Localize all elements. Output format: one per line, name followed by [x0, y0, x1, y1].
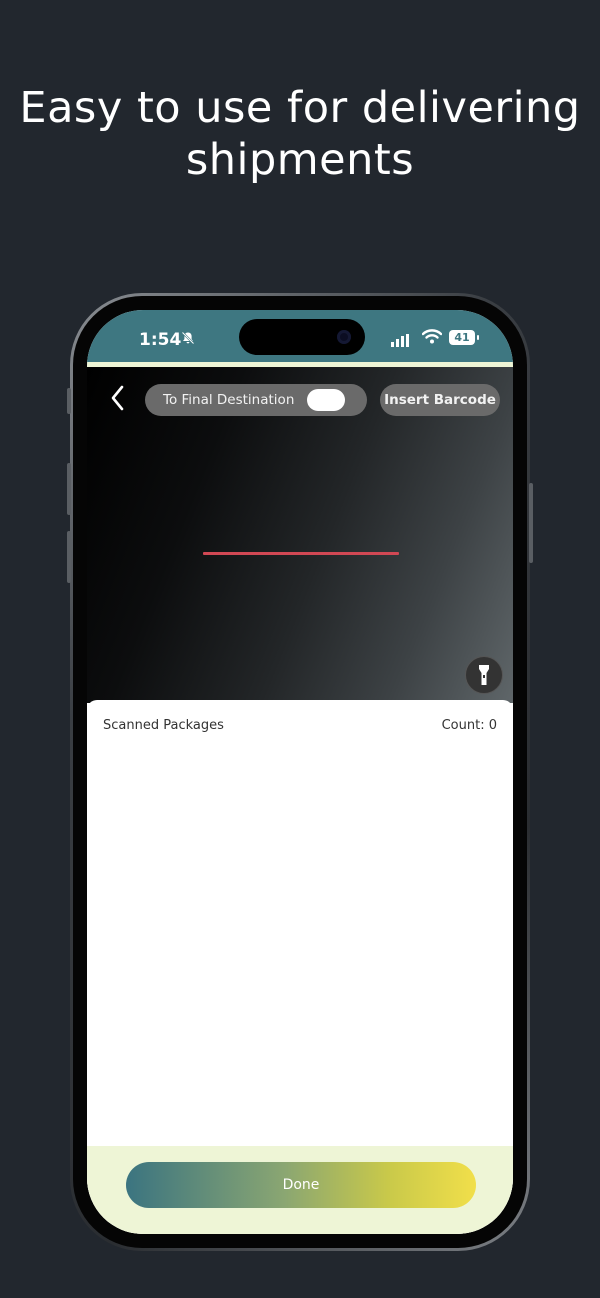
action-button: [67, 388, 71, 414]
toggle-switch[interactable]: [307, 389, 345, 411]
final-destination-toggle[interactable]: To Final Destination: [145, 384, 367, 416]
final-destination-label: To Final Destination: [163, 392, 295, 408]
insert-barcode-button[interactable]: Insert Barcode: [380, 384, 500, 416]
bell-slash-icon: [181, 331, 195, 349]
status-bar: 1:54 41: [87, 310, 513, 367]
front-camera: [337, 330, 351, 344]
dynamic-island: [239, 319, 365, 355]
back-chevron-icon[interactable]: [105, 383, 131, 413]
signal-icon: [391, 332, 413, 351]
headline: Easy to use for delivering shipments: [0, 82, 600, 186]
volume-up-button: [67, 463, 71, 515]
done-button[interactable]: Done: [126, 1162, 476, 1208]
status-time: 1:54: [139, 330, 182, 350]
power-button: [529, 483, 533, 563]
headline-line-1: Easy to use for delivering: [19, 83, 581, 133]
headline-line-2: shipments: [185, 135, 415, 185]
flashlight-icon: [479, 665, 489, 685]
phone-bezel: 1:54 41 To Final Destination Insert Barc…: [73, 296, 527, 1248]
phone-frame: 1:54 41 To Final Destination Insert Barc…: [67, 293, 533, 1251]
volume-down-button: [67, 531, 71, 583]
footer-bar: Done: [87, 1146, 513, 1234]
camera-viewfinder[interactable]: To Final Destination Insert Barcode: [87, 367, 513, 703]
battery-icon: 41: [449, 330, 479, 345]
flashlight-button[interactable]: [465, 656, 503, 694]
phone-screen: 1:54 41 To Final Destination Insert Barc…: [87, 310, 513, 1234]
package-count: Count: 0: [441, 718, 497, 733]
scanned-packages-panel: Scanned Packages Count: 0 Done: [87, 700, 513, 1234]
wifi-icon: [421, 329, 443, 348]
scan-line: [203, 552, 399, 555]
scanned-packages-title: Scanned Packages: [103, 718, 224, 733]
